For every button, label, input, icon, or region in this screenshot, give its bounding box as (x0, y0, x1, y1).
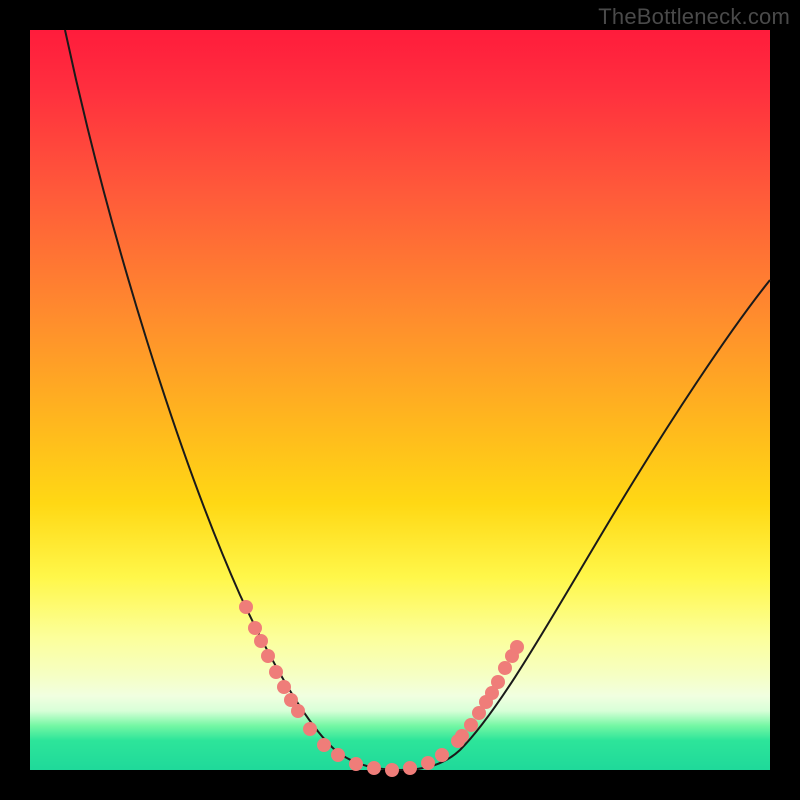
chart-frame: TheBottleneck.com (0, 0, 800, 800)
data-point (254, 634, 268, 648)
data-point (317, 738, 331, 752)
data-point (421, 756, 435, 770)
bottleneck-curve (65, 30, 770, 770)
data-point (248, 621, 262, 635)
data-point (277, 680, 291, 694)
data-point (269, 665, 283, 679)
data-point (303, 722, 317, 736)
data-point (464, 718, 478, 732)
data-point (261, 649, 275, 663)
data-point (385, 763, 399, 777)
data-point (331, 748, 345, 762)
data-point (491, 675, 505, 689)
data-point (291, 704, 305, 718)
data-point (239, 600, 253, 614)
curve-svg (30, 30, 770, 770)
data-point (435, 748, 449, 762)
data-point (510, 640, 524, 654)
data-point (498, 661, 512, 675)
dots-group (239, 600, 524, 777)
data-point (367, 761, 381, 775)
plot-area (30, 30, 770, 770)
watermark-text: TheBottleneck.com (598, 4, 790, 30)
data-point (455, 729, 469, 743)
data-point (349, 757, 363, 771)
data-point (403, 761, 417, 775)
